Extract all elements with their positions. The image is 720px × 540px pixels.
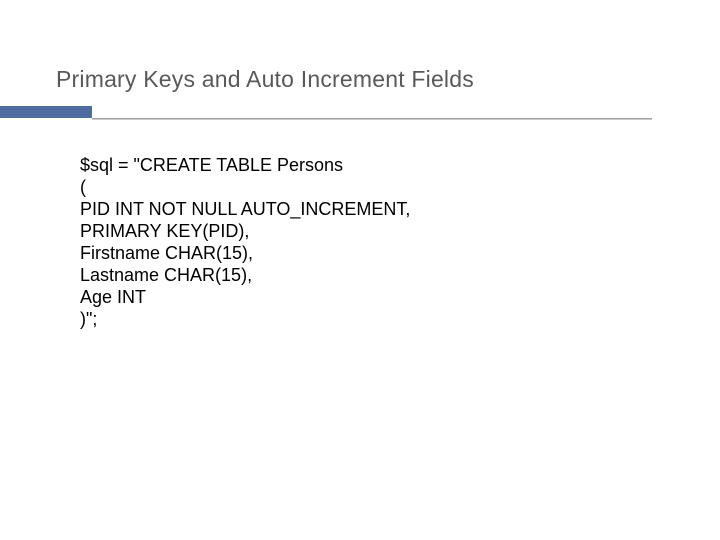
code-block: $sql = "CREATE TABLE Persons ( PID INT N…: [80, 155, 410, 331]
slide: Primary Keys and Auto Increment Fields $…: [0, 0, 720, 540]
code-line: PID INT NOT NULL AUTO_INCREMENT,: [80, 199, 410, 219]
code-line: Age INT: [80, 287, 146, 307]
slide-title: Primary Keys and Auto Increment Fields: [56, 66, 474, 93]
code-line: Firstname CHAR(15),: [80, 243, 253, 263]
code-line: PRIMARY KEY(PID),: [80, 221, 249, 241]
title-underline: [92, 118, 652, 120]
code-line: Lastname CHAR(15),: [80, 265, 252, 285]
code-line: )";: [80, 309, 97, 329]
accent-bar: [0, 106, 92, 118]
code-line: $sql = "CREATE TABLE Persons: [80, 155, 343, 175]
code-line: (: [80, 177, 86, 197]
